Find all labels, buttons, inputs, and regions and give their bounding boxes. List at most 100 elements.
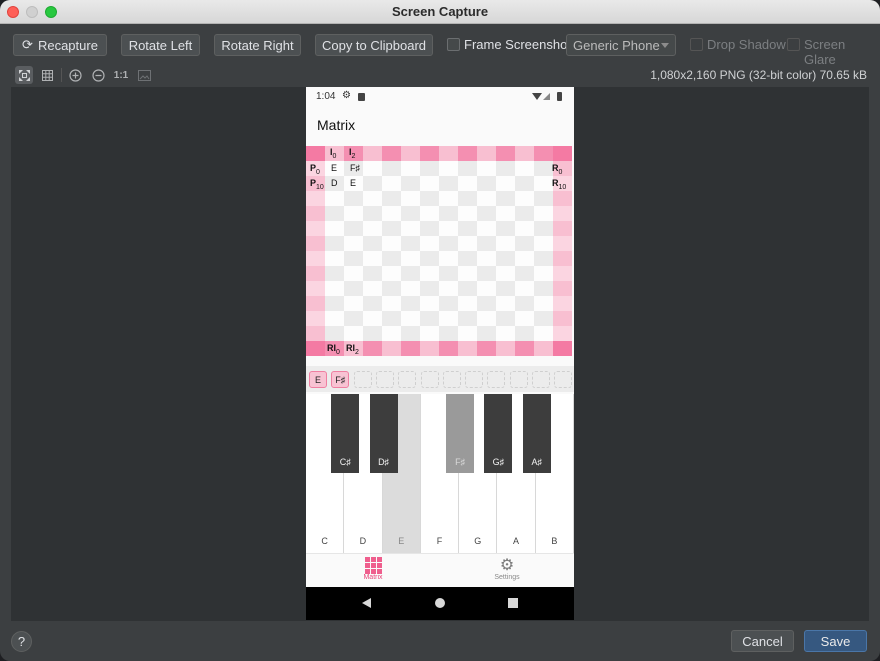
rotate-right-button[interactable]: Rotate Right <box>214 34 301 56</box>
matrix-cell <box>306 206 325 221</box>
pitch-slot-empty[interactable] <box>509 371 528 388</box>
matrix-cell <box>439 311 458 326</box>
pitch-slot-empty[interactable] <box>465 371 484 388</box>
cancel-button[interactable]: Cancel <box>731 630 794 652</box>
black-key[interactable]: F♯ <box>446 394 475 473</box>
pitch-row: E F♯ <box>306 366 574 392</box>
white-key-label: A <box>513 536 520 546</box>
matrix-label: P10 <box>310 178 324 191</box>
save-button[interactable]: Save <box>804 630 867 652</box>
matrix-cell <box>553 206 572 221</box>
matrix-cell <box>363 251 382 266</box>
zoom-in-icon[interactable] <box>66 66 84 84</box>
matrix-cell <box>515 176 534 191</box>
recents-icon[interactable] <box>508 598 518 608</box>
home-icon[interactable] <box>435 598 445 608</box>
recapture-label: Recapture <box>37 37 98 53</box>
grid-icon[interactable] <box>38 66 56 84</box>
matrix-cell <box>534 146 553 161</box>
black-key[interactable]: A♯ <box>522 394 551 473</box>
matrix-cell <box>515 341 534 356</box>
matrix-cell <box>325 221 344 236</box>
pitch-slot-empty[interactable] <box>442 371 461 388</box>
pitch-chip[interactable]: E <box>309 371 327 388</box>
matrix-cell <box>344 311 363 326</box>
black-key[interactable]: G♯ <box>484 394 513 473</box>
matrix-cell <box>458 221 477 236</box>
matrix-cell <box>363 281 382 296</box>
pitch-slot-empty[interactable] <box>353 371 372 388</box>
copy-to-clipboard-button[interactable]: Copy to Clipboard <box>315 34 433 56</box>
matrix-cell <box>420 206 439 221</box>
pitch-chip[interactable]: F♯ <box>331 371 350 388</box>
matrix-cell <box>344 236 363 251</box>
matrix-label: E <box>331 163 338 173</box>
pitch-slot-empty[interactable] <box>532 371 550 388</box>
matrix-cell <box>496 221 515 236</box>
matrix-cell <box>363 311 382 326</box>
matrix-cell <box>401 341 420 356</box>
matrix-cell <box>458 161 477 176</box>
black-key[interactable]: C♯ <box>331 394 360 473</box>
matrix-cell <box>420 326 439 341</box>
matrix-cell <box>306 146 325 161</box>
matrix-cell <box>477 296 496 311</box>
black-key-label: A♯ <box>531 457 542 467</box>
matrix-cell <box>458 176 477 191</box>
matrix-cell <box>439 281 458 296</box>
screen-glare-checkbox[interactable] <box>787 38 800 51</box>
matrix-cell <box>515 236 534 251</box>
settings-status-icon: ⚙ <box>342 90 351 101</box>
fit-to-window-icon[interactable] <box>15 66 33 84</box>
pitch-slot-empty[interactable] <box>487 371 506 388</box>
matrix-cell <box>496 236 515 251</box>
matrix-cell <box>477 266 496 281</box>
status-time: 1:04 <box>316 91 336 102</box>
matrix-cell <box>553 341 572 356</box>
help-button[interactable]: ? <box>11 631 32 652</box>
matrix-cell <box>477 191 496 206</box>
image-frame-icon[interactable] <box>135 66 153 84</box>
frame-screenshot-checkbox[interactable] <box>447 38 460 51</box>
device-frame-select[interactable]: Generic Phone <box>566 34 676 56</box>
matrix-cell <box>534 341 553 356</box>
matrix-cell <box>363 191 382 206</box>
matrix-cell <box>496 176 515 191</box>
matrix-cell <box>306 326 325 341</box>
matrix-cell <box>325 281 344 296</box>
nav-item-settings[interactable]: ⚙ Settings <box>440 557 574 581</box>
matrix-cell <box>477 341 496 356</box>
matrix-cell <box>534 191 553 206</box>
black-key[interactable]: D♯ <box>369 394 398 473</box>
pitch-slot-empty[interactable] <box>554 371 573 388</box>
pitch-slot-empty[interactable] <box>375 371 394 388</box>
zoom-out-icon[interactable] <box>89 66 107 84</box>
tone-row-matrix[interactable]: I0 I2 P0 P10 R0 R10 RI0 RI2 E F♯ D E <box>306 142 574 364</box>
matrix-cell <box>477 311 496 326</box>
nav-item-matrix[interactable]: Matrix <box>306 557 440 581</box>
matrix-cell <box>382 221 401 236</box>
matrix-cell <box>420 311 439 326</box>
pitch-slot-empty[interactable] <box>420 371 439 388</box>
sd-card-icon <box>358 93 365 101</box>
back-icon[interactable] <box>362 598 371 608</box>
matrix-cell <box>420 251 439 266</box>
matrix-cell <box>477 221 496 236</box>
rotate-left-button[interactable]: Rotate Left <box>121 34 200 56</box>
matrix-cell <box>477 161 496 176</box>
actual-size-button[interactable]: 1:1 <box>112 66 130 84</box>
matrix-cell <box>401 146 420 161</box>
matrix-cell <box>515 161 534 176</box>
drop-shadow-checkbox[interactable] <box>690 38 703 51</box>
matrix-cell <box>401 206 420 221</box>
matrix-cell <box>477 146 496 161</box>
pitch-slot-empty[interactable] <box>398 371 417 388</box>
matrix-cell <box>306 341 325 356</box>
matrix-cell <box>420 296 439 311</box>
matrix-cell <box>325 251 344 266</box>
matrix-cell <box>306 191 325 206</box>
piano-keyboard[interactable]: C D E F G A B C♯ D♯ F♯ G♯ A♯ <box>306 394 574 553</box>
recapture-button[interactable]: ⟳ Recapture <box>13 34 107 56</box>
matrix-cell <box>458 326 477 341</box>
gear-icon: ⚙ <box>499 557 515 574</box>
